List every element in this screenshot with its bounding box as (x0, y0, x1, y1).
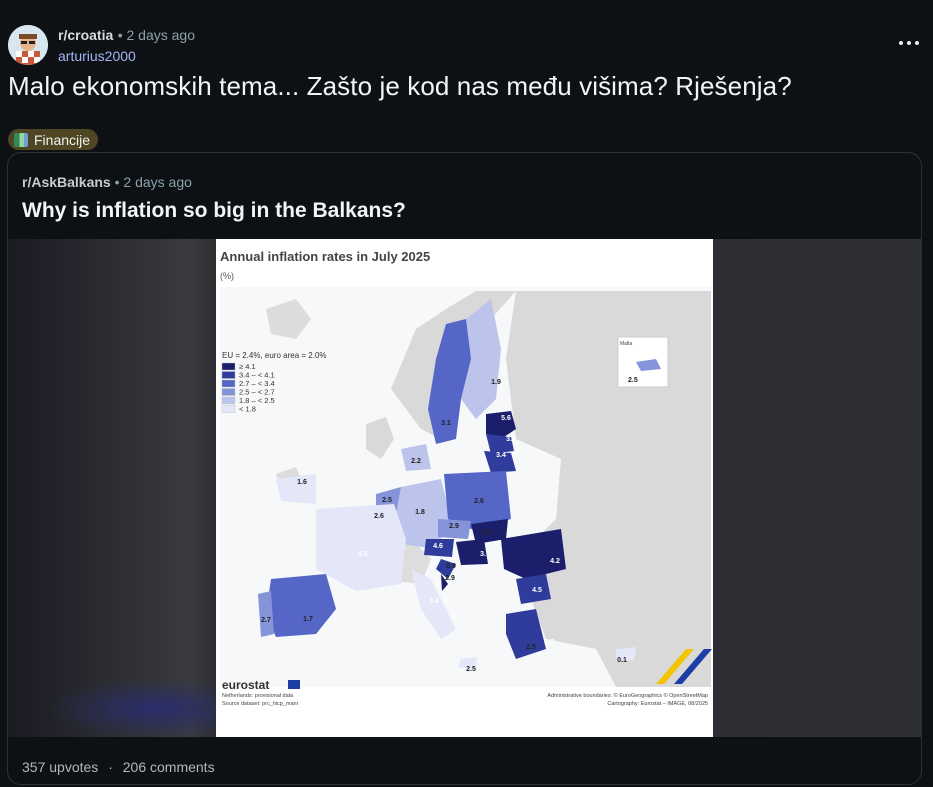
upvote-count[interactable]: 357 upvotes (22, 759, 98, 775)
map-value-label: 3.7 (480, 551, 490, 558)
legend-swatch (221, 405, 236, 413)
avatar-icon (8, 25, 48, 65)
malta-value: 2.5 (628, 377, 638, 384)
map-title: Annual inflation rates in July 2025 (220, 249, 430, 264)
map-value-label: 3.9 (506, 436, 516, 443)
author-link[interactable]: arturius2000 (58, 46, 195, 66)
dot-icon (915, 41, 919, 45)
post-media[interactable]: Annual inflation rates in July 2025 (%) … (8, 239, 921, 739)
crosspost-title[interactable]: Why is inflation so big in the Balkans? (22, 199, 406, 223)
map-value-label: 3.7 (544, 639, 554, 646)
malta-label: Malta (620, 341, 632, 347)
eurostat-logo: eurostat (222, 678, 269, 692)
legend-swatch (221, 371, 236, 379)
crosspost-age: 2 days ago (123, 174, 192, 190)
map-credit2: Cartography: Eurostat – IMAGE, 08/2025 (607, 701, 708, 707)
legend-swatch (221, 388, 236, 396)
flair-icon (14, 132, 28, 147)
map-value-label: 1.6 (297, 479, 307, 486)
map-note1: Netherlands: provisional data (222, 693, 294, 699)
post-age: 2 days ago (126, 26, 196, 43)
map-value-label: 2.2 (411, 458, 421, 465)
post-title[interactable]: Malo ekonomskih tema... Zašto je kod nas… (8, 71, 928, 102)
map-value-label: 2.5 (466, 666, 476, 673)
map-value-label: 3.4 (429, 598, 439, 605)
map-unit: (%) (220, 271, 234, 281)
inflation-map-image[interactable]: Annual inflation rates in July 2025 (%) … (216, 239, 713, 737)
comment-count[interactable]: 206 comments (123, 759, 215, 775)
map-value-label: 4.6 (433, 543, 443, 550)
legend-label: < 1.8 (239, 405, 256, 414)
post-flair[interactable]: Financije (8, 129, 99, 150)
subreddit-avatar[interactable] (8, 25, 48, 65)
legend-swatch (221, 362, 236, 371)
post: r/croatia • 2 days ago arturius2000 Malo… (0, 0, 933, 787)
inflation-map: Annual inflation rates in July 2025 (%) … (216, 239, 713, 737)
map-value-label: 3.1 (441, 420, 451, 427)
map-value-label: 2.6 (474, 498, 484, 505)
map-value-label: 0.9 (446, 563, 456, 570)
eu-flag-icon (288, 680, 300, 689)
legend-swatch (221, 396, 236, 405)
map-credit1: Administrative boundaries: © EuroGeograp… (547, 692, 708, 699)
legend-swatch (221, 379, 236, 388)
map-value-label: 2.7 (261, 617, 271, 624)
more-options-button[interactable] (899, 33, 919, 53)
map-value-label: 2.5 (382, 497, 392, 504)
map-value-label: 1.7 (303, 616, 313, 623)
map-value-label: 1.8 (415, 509, 425, 516)
map-value-label: 5.6 (501, 415, 511, 422)
map-value-label: 2.5 (481, 529, 491, 536)
map-value-label: 0.1 (617, 657, 627, 664)
map-value-label: 6.6 (358, 551, 368, 558)
subreddit-link[interactable]: r/croatia (58, 27, 113, 43)
dot-icon (899, 41, 903, 45)
map-value-label: 1.9 (491, 379, 501, 386)
crosspost-card[interactable]: r/AskBalkans • 2 days ago Why is inflati… (7, 152, 922, 785)
crosspost-meta: r/AskBalkans • 2 days ago (22, 174, 192, 190)
dot-icon (907, 41, 911, 45)
map-value-label: 2.5 (526, 644, 536, 651)
map-value-label: 4.2 (550, 558, 560, 565)
map-value-label: 2.9 (449, 523, 459, 530)
map-value-label: 2.6 (374, 513, 384, 520)
post-stats: 357 upvotes · 206 comments (22, 759, 221, 775)
map-value-label: 2.9 (445, 575, 455, 582)
crosspost-subreddit-link[interactable]: r/AskBalkans (22, 174, 111, 190)
map-value-label: 3.4 (496, 452, 506, 459)
post-header: r/croatia • 2 days ago arturius2000 (8, 25, 195, 65)
map-value-label: 4.5 (532, 587, 542, 594)
meta-separator: • (117, 26, 127, 43)
map-summary: EU = 2.4%, euro area = 2.0% (222, 351, 327, 360)
flair-label: Financije (34, 131, 91, 148)
map-note2: Source dataset: prc_hicp_manr (222, 701, 299, 707)
stats-separator: · (108, 759, 113, 775)
post-meta: r/croatia • 2 days ago arturius2000 (58, 25, 195, 66)
